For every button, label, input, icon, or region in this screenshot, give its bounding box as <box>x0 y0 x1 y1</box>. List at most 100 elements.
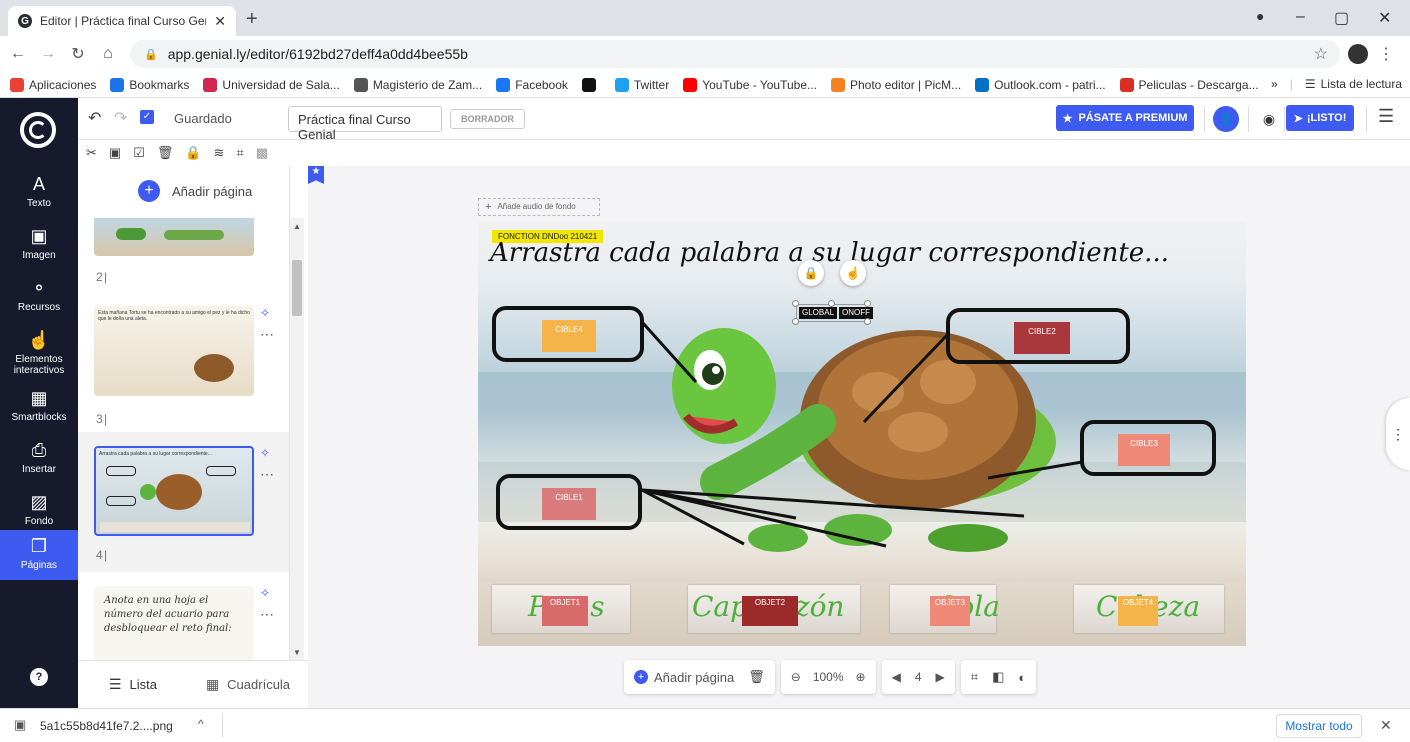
collaborate-icon[interactable]: 👤 <box>1213 106 1239 132</box>
bookmark-item[interactable]: Universidad de Sala... <box>203 77 340 92</box>
bookmark-item[interactable] <box>581 77 601 92</box>
next-page-icon[interactable]: ▶ <box>936 670 945 684</box>
rail-item-insertar[interactable]: ⎙ Insertar <box>0 434 78 478</box>
zoom-control: ⊖ 100% ⊕ <box>780 660 876 694</box>
bookmark-item[interactable]: Twitter <box>614 77 669 92</box>
grid-view-tab[interactable]: ▦ Cuadrícula <box>188 676 308 693</box>
close-tab-icon[interactable]: ✕ <box>214 13 226 30</box>
bookmark-item[interactable]: Peliculas - Descarga... <box>1119 77 1259 92</box>
add-audio-button[interactable]: + Añade audio de fondo <box>478 198 600 216</box>
ready-button[interactable]: ➤ ¡LISTO! <box>1286 105 1354 131</box>
forward-icon[interactable]: → <box>36 45 60 63</box>
hamburger-menu-icon[interactable]: ☰ <box>1378 106 1394 127</box>
page-3-text: Esta mañana Tortu se ha encontrado a su … <box>98 310 250 322</box>
undo-icon[interactable]: ↶ <box>88 108 101 128</box>
page-options-icon[interactable]: ⋯ <box>260 606 274 623</box>
page-thumbnail-2[interactable] <box>94 218 254 256</box>
lock-object-icon[interactable]: 🔒 <box>185 145 201 161</box>
rail-item-fondo[interactable]: ▨ Fondo <box>0 486 78 530</box>
magic-wand-icon[interactable]: ✧ <box>260 446 270 460</box>
pages-scrollbar-thumb[interactable] <box>292 260 302 316</box>
bookmark-star-icon[interactable]: ☆ <box>1314 44 1328 64</box>
slide[interactable]: FONCTION DNDoo 210421 Arrastra cada pala… <box>478 222 1246 646</box>
bookmark-item[interactable]: Bookmarks <box>110 77 189 92</box>
zoom-out-icon[interactable]: ⊖ <box>791 670 801 684</box>
scroll-up-icon[interactable]: ▲ <box>293 222 301 231</box>
target-cible2[interactable]: CIBLE2 <box>1014 322 1070 354</box>
previous-page-icon[interactable]: ◀ <box>892 670 901 684</box>
delete-page-icon[interactable]: 🗑 <box>748 669 765 685</box>
back-icon[interactable]: ← <box>6 45 30 63</box>
show-all-downloads-button[interactable]: Mostrar todo <box>1276 714 1362 738</box>
scroll-down-icon[interactable]: ▼ <box>293 648 301 657</box>
browser-tab[interactable]: G Editor | Práctica final Curso Genia ✕ <box>8 6 236 36</box>
group-icon[interactable]: ⌗ <box>236 145 243 161</box>
bookmarks-more[interactable]: » <box>1271 77 1278 91</box>
paste-icon[interactable]: ☑ <box>133 145 145 161</box>
copy-icon[interactable]: ▣ <box>109 145 121 161</box>
rail-item-texto[interactable]: A Texto <box>0 168 78 212</box>
new-tab-icon[interactable]: + <box>246 8 258 31</box>
home-icon[interactable]: ⌂ <box>96 45 120 63</box>
maximize-icon[interactable]: ▢ <box>1334 8 1349 28</box>
pages-panel: + Añadir página 2 | Esta mañana Tortu se… <box>78 166 290 660</box>
object-objet4[interactable]: OBJET4 <box>1118 596 1158 626</box>
page-thumbnail-3[interactable]: Esta mañana Tortu se ha encontrado a su … <box>94 306 254 396</box>
document-title-input[interactable]: Práctica final Curso Genial <box>288 106 442 142</box>
page-options-icon[interactable]: ⋯ <box>260 466 274 483</box>
rail-item-páginas[interactable]: ❐ Páginas <box>0 530 78 580</box>
target-cible1[interactable]: CIBLE1 <box>542 488 596 520</box>
rail-item-smartblocks[interactable]: ▦ Smartblocks <box>0 382 78 426</box>
list-view-tab[interactable]: ☰ Lista <box>78 676 188 693</box>
add-page-top-button[interactable]: + Añadir página <box>138 180 252 202</box>
bookmark-item[interactable]: Photo editor | PicM... <box>831 77 961 92</box>
genially-logo[interactable] <box>20 112 56 148</box>
chrome-menu-icon[interactable]: ⋮ <box>1378 44 1394 64</box>
magic-wand-icon[interactable]: ✧ <box>260 306 270 320</box>
redo-icon[interactable]: ↷ <box>114 108 127 128</box>
zoom-value: 100% <box>812 670 844 684</box>
reload-icon[interactable]: ↻ <box>66 44 90 64</box>
profile-dot-icon[interactable]: ● <box>1256 8 1264 24</box>
zoom-in-icon[interactable]: ⊕ <box>856 670 866 684</box>
delete-icon[interactable]: 🗑 <box>157 145 174 161</box>
minimize-icon[interactable]: – <box>1296 8 1305 26</box>
rail-item-recursos[interactable]: ⚬ Recursos <box>0 272 78 316</box>
side-panel-handle[interactable]: ⋮ <box>1386 398 1410 470</box>
bookmark-item[interactable]: YouTube - YouTube... <box>683 77 817 92</box>
rail-item-imagen[interactable]: ▣ Imagen <box>0 220 78 264</box>
rail-item-elementos-interactivos[interactable]: ☝ Elementos interactivos <box>0 324 78 376</box>
cut-icon[interactable]: ✂ <box>86 145 97 161</box>
star-icon: ★ <box>1062 112 1073 125</box>
page-options-icon[interactable]: ⋯ <box>260 326 274 343</box>
target-cible4[interactable]: CIBLE4 <box>542 320 596 352</box>
object-objet1[interactable]: OBJET1 <box>542 596 588 626</box>
split-view-icon[interactable]: ◧ <box>992 669 1004 685</box>
close-download-bar-icon[interactable]: ✕ <box>1380 717 1392 734</box>
layers-icon[interactable]: ≋ <box>214 145 225 161</box>
download-filename[interactable]: 5a1c55b8d41fe7.2....png <box>40 719 173 733</box>
page-thumbnail-5[interactable]: Anota en una hoja el número del acuario … <box>94 586 254 660</box>
preview-eye-icon[interactable]: ◉ <box>1256 106 1282 132</box>
object-objet2[interactable]: OBJET2 <box>742 596 798 626</box>
bookmark-item[interactable]: Outlook.com - patri... <box>975 77 1106 92</box>
bookmark-item[interactable]: Aplicaciones <box>10 77 96 92</box>
transparency-icon[interactable]: ▩ <box>256 145 268 161</box>
close-window-icon[interactable]: ✕ <box>1378 8 1391 28</box>
bookmark-item[interactable]: Magisterio de Zam... <box>353 77 482 92</box>
reading-list-button[interactable]: ☰ Lista de lectura <box>1305 77 1402 91</box>
pin-icon[interactable]: ★ <box>308 166 324 184</box>
help-icon[interactable]: ? <box>30 668 48 686</box>
target-cible3[interactable]: CIBLE3 <box>1118 434 1170 466</box>
premium-button[interactable]: ★ PÁSATE A PREMIUM <box>1056 105 1194 131</box>
grid-guides-icon[interactable]: ⌗ <box>971 669 978 685</box>
url-field[interactable]: 🔒 app.genial.ly/editor/6192bd27deff4a0dd… <box>130 40 1340 68</box>
page-thumbnail-4[interactable]: Arrastra cada palabra a su lugar corresp… <box>94 446 254 536</box>
add-page-bottom-button[interactable]: + Añadir página 🗑 <box>624 660 775 694</box>
object-objet3[interactable]: OBJET3 <box>930 596 970 626</box>
chrome-profile-avatar[interactable] <box>1348 44 1368 64</box>
download-chevron-icon[interactable]: ^ <box>198 717 204 731</box>
magic-wand-icon[interactable]: ✧ <box>260 586 270 600</box>
bookmark-item[interactable]: Facebook <box>496 77 568 92</box>
accessibility-icon[interactable]: ◐ <box>1018 670 1026 685</box>
